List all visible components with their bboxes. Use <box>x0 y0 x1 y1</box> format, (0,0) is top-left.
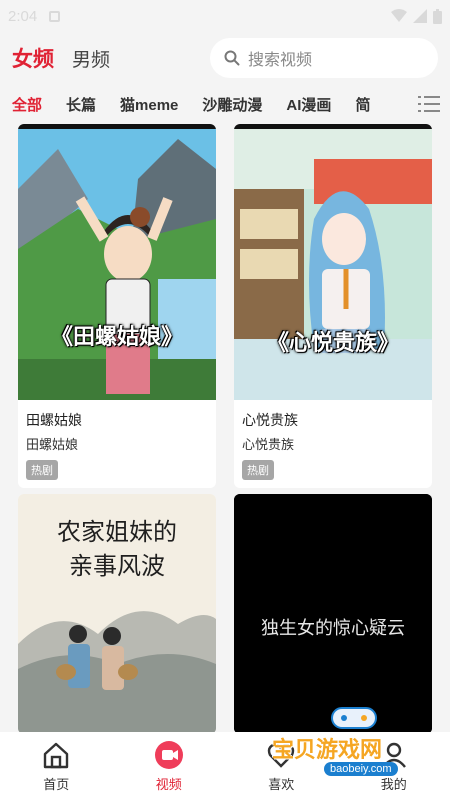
status-time: 2:04 <box>8 7 38 25</box>
video-card[interactable]: 《田螺姑娘》 田螺姑娘 田螺姑娘 热剧 <box>18 124 216 488</box>
video-icon <box>154 741 183 769</box>
video-title: 心悦贵族 <box>242 412 298 428</box>
poster-title: 农家姐妹的 亲事风波 <box>18 516 216 584</box>
nav-video-label: 视频 <box>155 777 182 792</box>
video-poster: 《田螺姑娘》 <box>18 124 216 400</box>
hot-tag: 热剧 <box>26 460 58 480</box>
nav-video[interactable]: 视频 <box>113 740 226 793</box>
nav-profile[interactable]: 我的 <box>338 740 450 793</box>
category-list-icon[interactable] <box>418 95 440 113</box>
profile-icon <box>381 742 406 768</box>
nav-like[interactable]: 喜欢 <box>225 740 338 793</box>
home-icon <box>44 742 69 769</box>
search-placeholder: 搜索视频 <box>248 52 313 69</box>
video-poster: 独生女的惊心疑云 <box>234 494 432 734</box>
video-poster: 《心悦贵族》 <box>234 124 432 400</box>
poster-title: 《心悦贵族》 <box>266 330 399 355</box>
category-ai-comic[interactable]: AI漫画 <box>286 94 331 115</box>
tab-female[interactable]: 女频 <box>12 43 54 73</box>
category-more[interactable]: 简 <box>355 94 370 115</box>
video-poster: 农家姐妹的 亲事风波 <box>18 494 216 734</box>
notification-icon <box>49 10 61 22</box>
poster-title: 《田螺姑娘》 <box>50 324 183 349</box>
video-card[interactable]: 《心悦贵族》 心悦贵族 心悦贵族 热剧 <box>234 124 432 488</box>
nav-home[interactable]: 首页 <box>0 740 113 793</box>
category-cat-meme[interactable]: 猫meme <box>120 94 178 115</box>
hot-tag: 热剧 <box>242 460 274 480</box>
wifi-icon <box>391 9 407 22</box>
battery-icon <box>433 8 442 24</box>
nav-home-label: 首页 <box>43 777 70 792</box>
heart-icon <box>268 743 295 768</box>
video-card[interactable]: 农家姐妹的 亲事风波 <box>18 494 216 734</box>
status-bar: 2:04 <box>0 0 450 32</box>
video-title: 田螺姑娘 <box>26 412 82 428</box>
search-icon <box>224 50 240 66</box>
category-funny-anime[interactable]: 沙雕动漫 <box>202 94 262 115</box>
bottom-nav: 首页 视频 喜欢 我的 <box>0 732 450 800</box>
poster-title-line2: 亲事风波 <box>69 554 165 580</box>
signal-icon <box>413 9 427 23</box>
category-all[interactable]: 全部 <box>12 94 42 115</box>
nav-profile-label: 我的 <box>380 777 407 792</box>
poster-illustration <box>234 129 432 400</box>
poster-title: 独生女的惊心疑云 <box>261 618 405 638</box>
status-icons <box>391 8 442 24</box>
poster-illustration <box>18 129 216 400</box>
top-header: 女频 男频 搜索视频 <box>0 32 450 84</box>
poster-title-line1: 农家姐妹的 <box>57 520 177 546</box>
video-card[interactable]: 独生女的惊心疑云 <box>234 494 432 734</box>
nav-like-label: 喜欢 <box>268 777 295 792</box>
category-tabs: 全部 长篇 猫meme 沙雕动漫 AI漫画 简 <box>0 86 450 122</box>
video-subtitle: 田螺姑娘 <box>26 437 79 452</box>
video-subtitle: 心悦贵族 <box>242 437 295 452</box>
search-input[interactable]: 搜索视频 <box>210 38 438 78</box>
tab-male[interactable]: 男频 <box>72 45 110 72</box>
category-long[interactable]: 长篇 <box>66 94 96 115</box>
